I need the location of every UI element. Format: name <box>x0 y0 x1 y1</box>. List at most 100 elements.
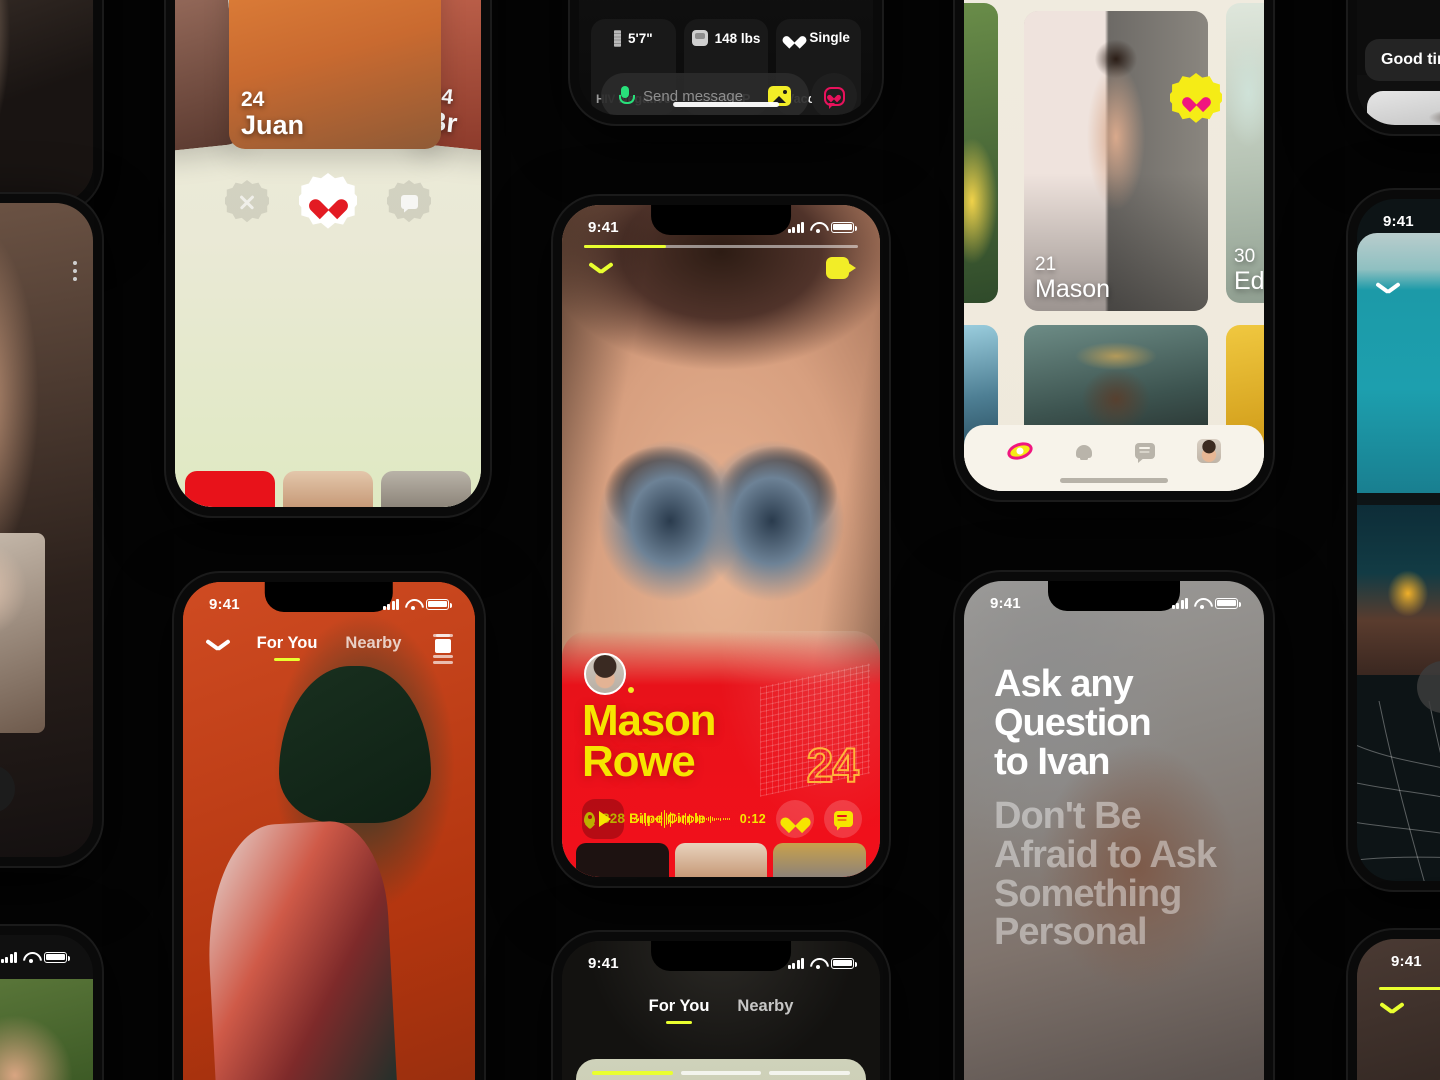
tab-nearby[interactable]: Nearby <box>345 634 401 661</box>
battery-icon <box>426 598 452 610</box>
phone-ask-ivan: 9:41 Ask any Question to Ivan Don't Be Afra… <box>955 572 1273 1080</box>
online-status-dot <box>628 687 634 693</box>
stat-top: Single <box>787 30 850 45</box>
bell-icon[interactable] <box>1075 442 1093 460</box>
video-camera-icon[interactable] <box>826 257 856 279</box>
message-preview[interactable]: Good time to <box>1365 39 1440 81</box>
deck-card-current[interactable]: 24 Juan <box>229 0 441 149</box>
photo-subject-jacket <box>202 818 403 1080</box>
card-current[interactable]: 21 Mason <box>1024 11 1208 311</box>
dismiss-button[interactable] <box>225 180 269 223</box>
photo-placeholder-2 <box>0 0 93 203</box>
audio-player: 0:12 <box>582 799 862 839</box>
status-bar <box>0 945 93 969</box>
ruler-icon <box>614 30 622 47</box>
segment <box>592 1071 673 1075</box>
more-options-icon[interactable] <box>73 261 77 285</box>
thumbnail[interactable] <box>185 471 275 507</box>
microphone-icon[interactable] <box>619 86 635 106</box>
thumbnail[interactable] <box>381 471 471 507</box>
lips-icon[interactable] <box>1005 439 1035 463</box>
status-time: 9:41 <box>209 595 240 613</box>
map-lines <box>1357 701 1440 881</box>
status-icons <box>787 957 857 969</box>
photo-ocean <box>1357 233 1440 493</box>
close-icon <box>238 193 256 211</box>
photo-thumbnail[interactable] <box>0 533 45 733</box>
profile-name: Mason Rowe <box>582 696 717 786</box>
card-next[interactable]: 30 Ed <box>1226 3 1264 303</box>
bottom-thumbnail-strip <box>562 843 880 877</box>
story-progress-bar[interactable] <box>584 245 858 248</box>
avatar[interactable] <box>584 653 626 695</box>
waveform-icon <box>964 1043 1264 1080</box>
heart-icon <box>316 191 341 214</box>
thumbnail[interactable] <box>576 843 669 877</box>
wifi-icon <box>810 958 825 969</box>
screen: 9:41 For You Nearby <box>183 582 475 1080</box>
cellular-icon <box>787 957 804 969</box>
status-bar: 9:41 <box>562 951 880 975</box>
play-button[interactable] <box>582 799 624 839</box>
status-time: 9:41 <box>1383 212 1414 230</box>
like-button[interactable] <box>299 173 357 229</box>
chevron-down-icon[interactable] <box>588 263 614 277</box>
audio-waveform[interactable] <box>634 808 730 830</box>
photo-drinks <box>1357 505 1440 675</box>
message-button[interactable] <box>387 180 431 223</box>
cellular-icon <box>1171 597 1188 609</box>
card-previous[interactable] <box>964 3 998 303</box>
like-button[interactable] <box>776 800 814 838</box>
tab-for-you[interactable]: For You <box>257 634 318 661</box>
photo-placeholder <box>0 979 93 1080</box>
bottom-thumbnail-strip <box>175 471 481 507</box>
card-deck: 24 Br 24 Juan <box>175 0 481 507</box>
ask-subheadline: Don't Be Afraid to Ask Something Personal <box>994 795 1217 954</box>
tab-for-you[interactable]: For You <box>649 997 710 1024</box>
thumbnail[interactable] <box>674 843 768 877</box>
card-meta: 21 Mason <box>1035 254 1110 303</box>
photo <box>964 3 998 303</box>
last-name: Rowe <box>582 736 696 786</box>
thumbnail[interactable] <box>283 471 373 507</box>
tab-nearby[interactable]: Nearby <box>737 997 793 1024</box>
status-bar: 9:41 <box>964 591 1264 615</box>
chat-icon[interactable] <box>1135 443 1155 459</box>
profile-info-card: Mason Rowe 24 828 Bilpe Circle 0:12 <box>562 631 880 877</box>
chevron-down-icon[interactable] <box>1375 283 1401 297</box>
stat-top: 5'7" <box>614 30 653 47</box>
first-name: Mason <box>582 696 717 745</box>
thumbnail[interactable] <box>773 843 867 877</box>
photo-placeholder-2 <box>1367 91 1440 125</box>
wifi-icon <box>23 952 38 963</box>
feed-card[interactable] <box>576 1059 866 1080</box>
cellular-icon <box>382 598 399 610</box>
scale-icon <box>691 30 708 46</box>
phone-swipe-deck: 24 Br 24 Juan <box>166 0 490 516</box>
deck-actions <box>175 173 481 231</box>
card-name: Ed <box>1234 266 1264 295</box>
wifi-icon <box>405 599 420 610</box>
phone-sliver-bottom-right: 9:41 <box>1348 930 1440 1080</box>
message-button[interactable] <box>824 800 862 838</box>
phone-profile-mason-rowe: 9:41 Mason Rowe 24 828 Bilpe Circle 0:12 <box>553 196 889 886</box>
cellular-icon <box>787 221 804 233</box>
screen: h Chat <box>0 203 93 857</box>
phone-feed-for-you-secondary: 9:41 For You Nearby <box>553 932 889 1080</box>
chevron-down-icon[interactable] <box>1379 1003 1405 1017</box>
story-progress-bar[interactable] <box>1379 987 1440 990</box>
status-bar: 9:41 <box>562 215 880 239</box>
reaction-button[interactable] <box>811 73 857 115</box>
status-bar: 9:41 <box>183 592 475 616</box>
screen: 9:41 For You Nearby <box>562 941 880 1080</box>
feed-tabs: For You Nearby <box>183 634 475 661</box>
heart-icon <box>1187 91 1206 108</box>
avatar-icon[interactable] <box>1197 439 1221 463</box>
screen: 24 Br 24 Juan <box>175 0 481 507</box>
story-progress-segments[interactable] <box>592 1071 851 1075</box>
message-composer[interactable]: Send message <box>601 73 809 115</box>
stat-relationship-value: Single <box>809 30 850 45</box>
stat-top: 148 lbs <box>691 30 760 46</box>
battery-icon <box>831 221 857 233</box>
card-stack-icon[interactable] <box>433 634 453 664</box>
